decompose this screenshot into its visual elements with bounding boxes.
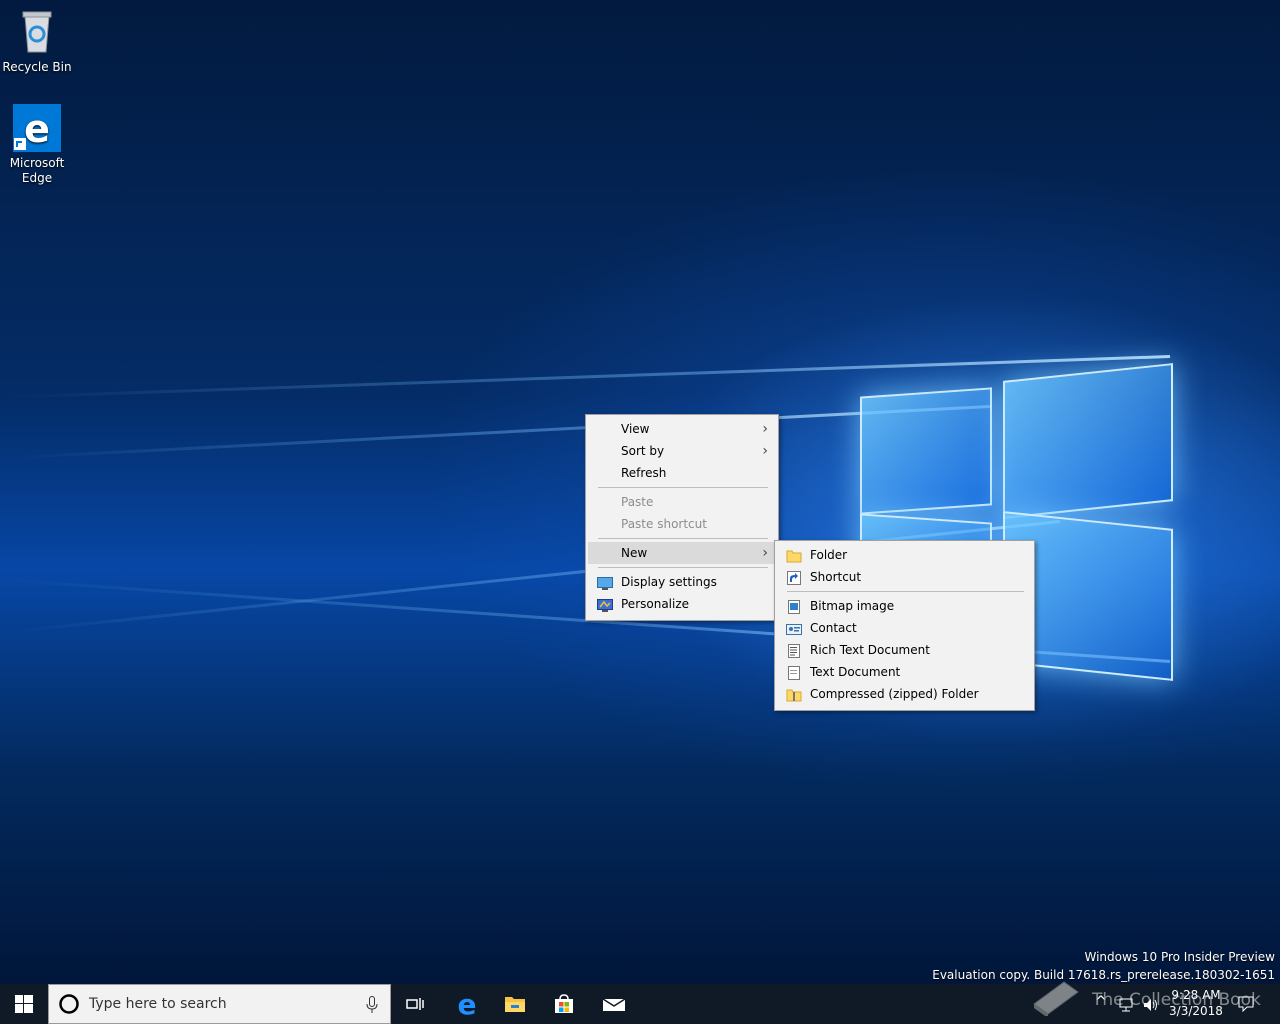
menu-item-view[interactable]: View › (588, 418, 776, 440)
bitmap-icon (786, 599, 802, 614)
menu-separator (598, 567, 768, 568)
windows-logo-pane (860, 387, 992, 515)
menu-item-new[interactable]: New › (588, 542, 776, 564)
edge-icon: e (457, 987, 477, 1021)
menu-item-label: Text Document (810, 665, 901, 679)
menu-item-personalize[interactable]: Personalize (588, 593, 776, 615)
menu-item-bitmap-image[interactable]: Bitmap image (777, 595, 1032, 617)
desktop-background[interactable]: Recycle Bin e Microsoft Edge View › Sort… (0, 0, 1280, 984)
contact-icon (786, 621, 802, 635)
menu-item-label: Bitmap image (810, 599, 895, 613)
chevron-right-icon: › (762, 443, 768, 459)
desktop-context-menu: View › Sort by › Refresh Paste Paste sho… (585, 414, 779, 621)
menu-item-label: Rich Text Document (810, 643, 930, 657)
mail-icon (602, 998, 626, 1011)
menu-item-label: Paste shortcut (621, 517, 707, 531)
task-view-button[interactable] (392, 984, 440, 1024)
taskbar-search-box[interactable]: Type here to search (48, 984, 391, 1024)
menu-item-text-document[interactable]: Text Document (777, 661, 1032, 683)
menu-item-label: Contact (810, 621, 857, 635)
display-settings-icon (597, 575, 613, 590)
menu-item-paste-shortcut[interactable]: Paste shortcut (588, 513, 776, 535)
menu-item-sort-by[interactable]: Sort by › (588, 440, 776, 462)
menu-item-label: Display settings (621, 575, 717, 589)
light-beam (1, 405, 991, 460)
new-submenu: Folder Shortcut Bitmap image Contact Ric… (774, 540, 1035, 711)
desktop-icon-microsoft-edge[interactable]: e Microsoft Edge (0, 104, 74, 186)
windows-logo-pane (1003, 363, 1173, 519)
desktop-icon-recycle-bin[interactable]: Recycle Bin (0, 8, 74, 75)
edge-icon: e (13, 104, 61, 152)
taskbar-edge-button[interactable]: e (443, 984, 491, 1024)
menu-item-folder[interactable]: Folder (777, 544, 1032, 566)
menu-item-label: Personalize (621, 597, 690, 611)
menu-item-contact[interactable]: Contact (777, 617, 1032, 639)
menu-item-compressed-folder[interactable]: Compressed (zipped) Folder (777, 683, 1032, 705)
store-icon (555, 994, 573, 1013)
task-view-icon (406, 998, 424, 1010)
taskbar-store-button[interactable] (540, 984, 588, 1024)
chevron-right-icon: › (762, 545, 768, 561)
desktop-icon-label: Recycle Bin (2, 60, 72, 74)
cortana-icon (59, 994, 79, 1014)
menu-item-label: View (621, 422, 650, 436)
light-beam (0, 355, 1171, 399)
taskbar-mail-button[interactable] (590, 984, 638, 1024)
menu-item-label: Folder (810, 548, 848, 562)
text-document-icon (786, 665, 802, 680)
menu-item-label: Shortcut (810, 570, 862, 584)
folder-icon (786, 548, 802, 563)
file-explorer-icon (505, 997, 525, 1012)
start-button[interactable] (0, 984, 48, 1024)
menu-item-display-settings[interactable]: Display settings (588, 571, 776, 593)
menu-item-label: Compressed (zipped) Folder (810, 687, 979, 701)
svg-text:e: e (24, 107, 50, 151)
menu-item-paste[interactable]: Paste (588, 491, 776, 513)
menu-item-refresh[interactable]: Refresh (588, 462, 776, 484)
menu-item-shortcut[interactable]: Shortcut (777, 566, 1032, 588)
zip-folder-icon (786, 687, 802, 702)
microphone-icon[interactable] (366, 996, 378, 1014)
menu-separator (787, 591, 1024, 592)
menu-item-label: Paste (621, 495, 654, 509)
personalize-icon (597, 597, 613, 612)
shortcut-icon (786, 570, 802, 585)
menu-separator (598, 487, 768, 488)
menu-separator (598, 538, 768, 539)
menu-item-label: Refresh (621, 466, 667, 480)
desktop-icon-label: Microsoft Edge (9, 156, 65, 185)
book-icon (1033, 981, 1079, 1016)
recycle-bin-icon (13, 8, 61, 56)
taskbar: Type here to search e ^ 9:28 AM 3/3/2018… (0, 981, 1280, 1024)
search-placeholder[interactable]: Type here to search (89, 996, 227, 1012)
taskbar-file-explorer-button[interactable] (491, 984, 539, 1024)
build-watermark-edition: Windows 10 Pro Insider Preview (1084, 950, 1275, 964)
collection-book-text: The Collection Book (1092, 990, 1261, 1010)
menu-item-rich-text-document[interactable]: Rich Text Document (777, 639, 1032, 661)
chevron-right-icon: › (762, 421, 768, 437)
menu-item-label: New (621, 546, 648, 560)
menu-item-label: Sort by (621, 444, 665, 458)
rtf-document-icon (786, 643, 802, 658)
collection-book-watermark: The Collection Book (1030, 976, 1270, 1020)
windows-start-icon (15, 995, 33, 1013)
